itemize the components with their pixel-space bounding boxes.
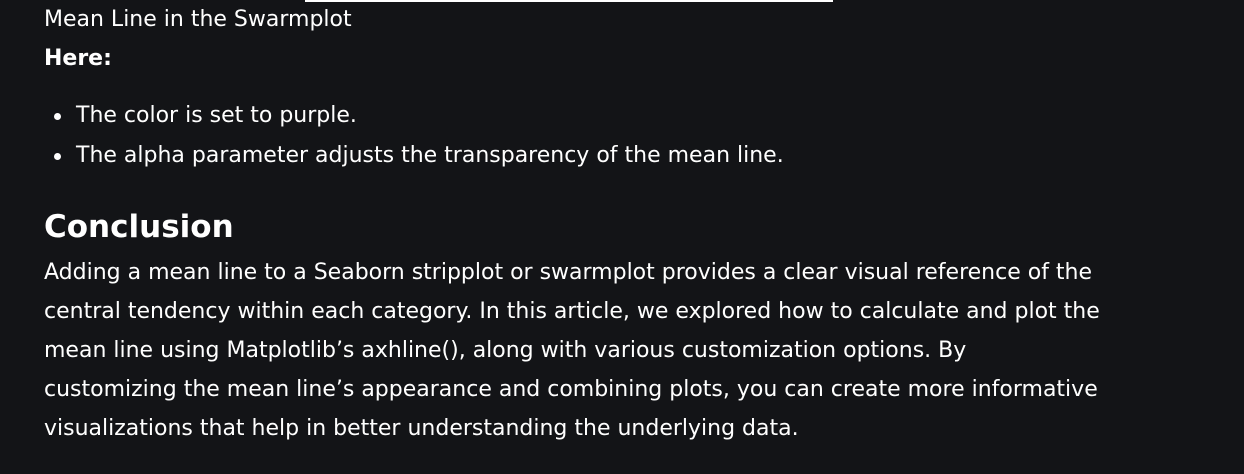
lead-label: Here:	[44, 46, 112, 71]
list-item: The color is set to purple.	[44, 96, 784, 136]
conclusion-paragraph: Adding a mean line to a Seaborn stripplo…	[44, 260, 1100, 441]
bullet-list: The color is set to purple. The alpha pa…	[44, 96, 784, 176]
list-item: The alpha parameter adjusts the transpar…	[44, 136, 784, 176]
figure-caption: Mean Line in the Swarmplot	[44, 7, 352, 32]
conclusion-heading: Conclusion	[44, 209, 234, 245]
figure-image-edge	[305, 0, 833, 2]
